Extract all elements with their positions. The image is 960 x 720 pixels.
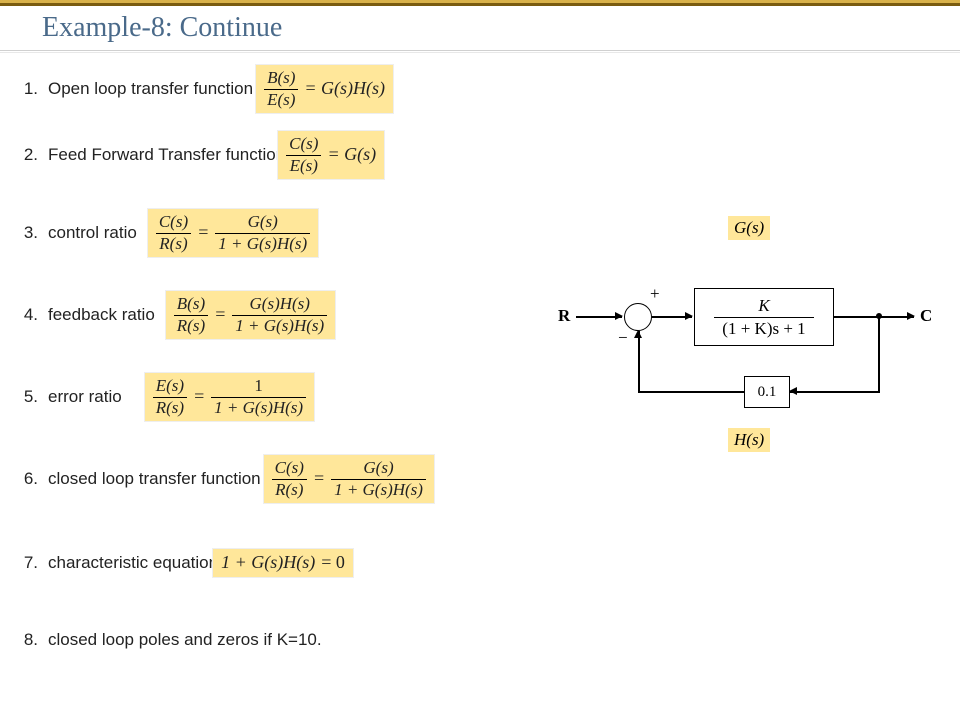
signal-line <box>638 331 640 393</box>
equation: C(s)R(s) = G(s)1 + G(s)H(s) <box>263 454 435 504</box>
signal-line <box>790 391 880 393</box>
item-number: 4. <box>10 305 48 325</box>
item-number: 8. <box>10 630 48 650</box>
signal-line <box>638 391 744 393</box>
item-label: Open loop transfer function <box>48 79 255 99</box>
slide-title: Example-8: Continue <box>42 12 282 44</box>
item-number: 5. <box>10 387 48 407</box>
list-item: 6. closed loop transfer function C(s)R(s… <box>10 454 435 504</box>
list-item: 4. feedback ratio B(s)R(s) = G(s)H(s)1 +… <box>10 290 336 340</box>
minus-sign: − <box>618 328 628 348</box>
equation: C(s)E(s) = G(s) <box>277 130 385 180</box>
list-item: 5. error ratio E(s)R(s) = 11 + G(s)H(s) <box>10 372 315 422</box>
equation: B(s)E(s) = G(s)H(s) <box>255 64 394 114</box>
feedback-block: 0.1 <box>744 376 790 408</box>
title-divider <box>0 50 960 51</box>
header-accent-bar <box>0 0 960 6</box>
plus-sign: + <box>650 284 660 304</box>
title-divider-2 <box>0 52 960 53</box>
output-label: C <box>920 306 932 326</box>
equation: 1 + G(s)H(s) = 0 <box>212 548 354 578</box>
list-item: 1. Open loop transfer function B(s)E(s) … <box>10 64 394 114</box>
signal-line <box>576 316 622 318</box>
equation: C(s)R(s) = G(s)1 + G(s)H(s) <box>147 208 319 258</box>
item-number: 1. <box>10 79 48 99</box>
item-number: 3. <box>10 223 48 243</box>
signal-line <box>878 316 880 392</box>
hs-highlight-label: H(s) <box>728 428 770 452</box>
block-diagram: G(s) H(s) R C + − K (1 + K)s + 1 0.1 <box>558 218 938 468</box>
item-label: closed loop poles and zeros if K=10. <box>48 630 324 650</box>
list-item: 8. closed loop poles and zeros if K=10. <box>10 630 324 650</box>
plant-block: K (1 + K)s + 1 <box>694 288 834 346</box>
equation: B(s)R(s) = G(s)H(s)1 + G(s)H(s) <box>165 290 336 340</box>
item-label: control ratio <box>48 223 139 243</box>
item-label: error ratio <box>48 387 124 407</box>
list-item: 3. control ratio C(s)R(s) = G(s)1 + G(s)… <box>10 208 319 258</box>
item-label: characteristic equation <box>48 553 220 573</box>
input-label: R <box>558 306 570 326</box>
item-label: closed loop transfer function <box>48 469 263 489</box>
gs-highlight-label: G(s) <box>728 216 770 240</box>
list-item: 2. Feed Forward Transfer function C(s)E(… <box>10 130 385 180</box>
item-label: Feed Forward Transfer function <box>48 145 287 165</box>
item-number: 7. <box>10 553 48 573</box>
item-number: 2. <box>10 145 48 165</box>
list-item: 7. characteristic equation 1 + G(s)H(s) … <box>10 548 354 578</box>
item-label: feedback ratio <box>48 305 157 325</box>
summing-junction <box>624 303 652 331</box>
signal-line <box>652 316 692 318</box>
item-number: 6. <box>10 469 48 489</box>
signal-line <box>834 316 914 318</box>
equation: E(s)R(s) = 11 + G(s)H(s) <box>144 372 315 422</box>
